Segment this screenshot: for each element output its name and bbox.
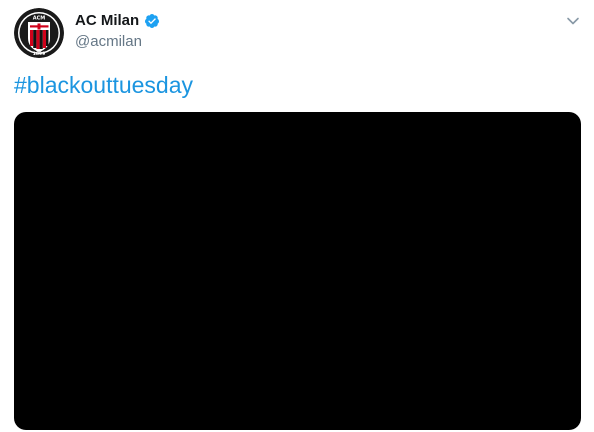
avatar[interactable]: ACM 1899 [14, 8, 64, 58]
ac-milan-crest-icon: ACM 1899 [14, 8, 64, 58]
tweet-card: ACM 1899 AC Milan @acmilan #blackouttues… [0, 0, 594, 432]
tweet-media-image[interactable] [14, 112, 581, 430]
chevron-down-icon[interactable] [566, 14, 580, 28]
display-name[interactable]: AC Milan [75, 12, 139, 30]
author-row: AC Milan [75, 12, 160, 30]
handle[interactable]: @acmilan [75, 33, 142, 51]
verified-badge-icon [144, 13, 160, 29]
hashtag-link[interactable]: #blackouttuesday [14, 70, 193, 100]
crest-year-text: 1899 [33, 51, 46, 57]
crest-top-text: ACM [33, 16, 46, 22]
